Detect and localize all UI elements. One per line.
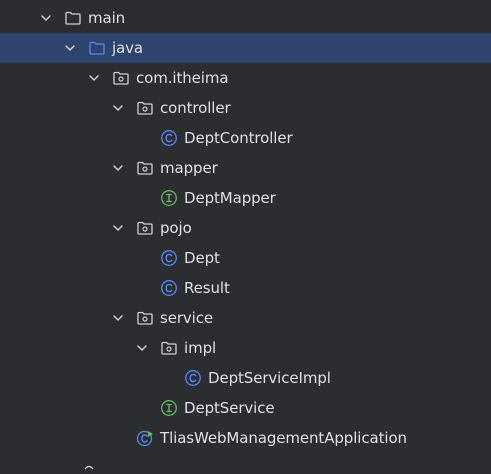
chevron-down-icon[interactable] bbox=[112, 222, 124, 234]
chevron-down-icon[interactable] bbox=[40, 12, 52, 24]
chevron-down-icon[interactable] bbox=[88, 72, 100, 84]
tree-item-label: DeptMapper bbox=[184, 189, 276, 207]
tree-item-tliaswebmanagementapplication[interactable]: TliasWebManagementApplication bbox=[0, 423, 491, 453]
tree-item-label: impl bbox=[184, 339, 217, 357]
tree-item-service[interactable]: service bbox=[0, 303, 491, 333]
class-icon bbox=[184, 369, 202, 387]
tree-item-deptcontroller[interactable]: DeptController bbox=[0, 123, 491, 153]
tree-item-deptservice[interactable]: DeptService bbox=[0, 393, 491, 423]
tree-item-label: Dept bbox=[184, 249, 220, 267]
tree-item-label: com.itheima bbox=[136, 69, 229, 87]
tree-item-com-itheima[interactable]: com.itheima bbox=[0, 63, 491, 93]
tree-item-label: TliasWebManagementApplication bbox=[160, 429, 407, 447]
chevron-down-icon[interactable] bbox=[112, 102, 124, 114]
class-icon bbox=[160, 279, 178, 297]
package-icon bbox=[136, 99, 154, 117]
class-icon bbox=[160, 129, 178, 147]
tree-item-label: DeptController bbox=[184, 129, 293, 147]
tree-item-result[interactable]: Result bbox=[0, 273, 491, 303]
tree-item-pojo[interactable]: pojo bbox=[0, 213, 491, 243]
spring-boot-class-icon bbox=[136, 429, 154, 447]
tree-item-label: controller bbox=[160, 99, 231, 117]
source-folder-icon bbox=[88, 39, 106, 57]
tree-item-label: DeptServiceImpl bbox=[208, 369, 331, 387]
tree-item-mapper[interactable]: mapper bbox=[0, 153, 491, 183]
tree-item-label: mapper bbox=[160, 159, 218, 177]
folder-icon bbox=[64, 9, 82, 27]
package-icon bbox=[136, 219, 154, 237]
interface-icon bbox=[160, 189, 178, 207]
tree-item-impl[interactable]: impl bbox=[0, 333, 491, 363]
tree-item-label: java bbox=[112, 39, 144, 57]
package-icon bbox=[160, 339, 178, 357]
chevron-down-icon[interactable] bbox=[64, 42, 76, 54]
tree-item-label: pojo bbox=[160, 219, 192, 237]
tree-item-label: service bbox=[160, 309, 214, 327]
package-icon bbox=[112, 69, 130, 87]
chevron-down-icon[interactable] bbox=[136, 342, 148, 354]
package-icon bbox=[136, 159, 154, 177]
chevron-down-icon[interactable] bbox=[112, 162, 124, 174]
class-icon bbox=[160, 249, 178, 267]
tree-item-label: DeptService bbox=[184, 399, 275, 417]
tree-item-dept[interactable]: Dept bbox=[0, 243, 491, 273]
package-icon bbox=[136, 309, 154, 327]
tree-item-label: Result bbox=[184, 279, 230, 297]
tree-item-label: main bbox=[88, 9, 126, 27]
chevron-down-icon[interactable] bbox=[112, 312, 124, 324]
project-tree: main java com.itheima controller DeptCon… bbox=[0, 0, 491, 470]
tree-item-java[interactable]: java bbox=[0, 33, 491, 63]
tree-item-deptmapper[interactable]: DeptMapper bbox=[0, 183, 491, 213]
tree-item-deptserviceimpl[interactable]: DeptServiceImpl bbox=[0, 363, 491, 393]
tree-item-controller[interactable]: controller bbox=[0, 93, 491, 123]
tree-item-partial bbox=[84, 456, 94, 470]
tree-item-main[interactable]: main bbox=[0, 3, 491, 33]
interface-icon bbox=[160, 399, 178, 417]
